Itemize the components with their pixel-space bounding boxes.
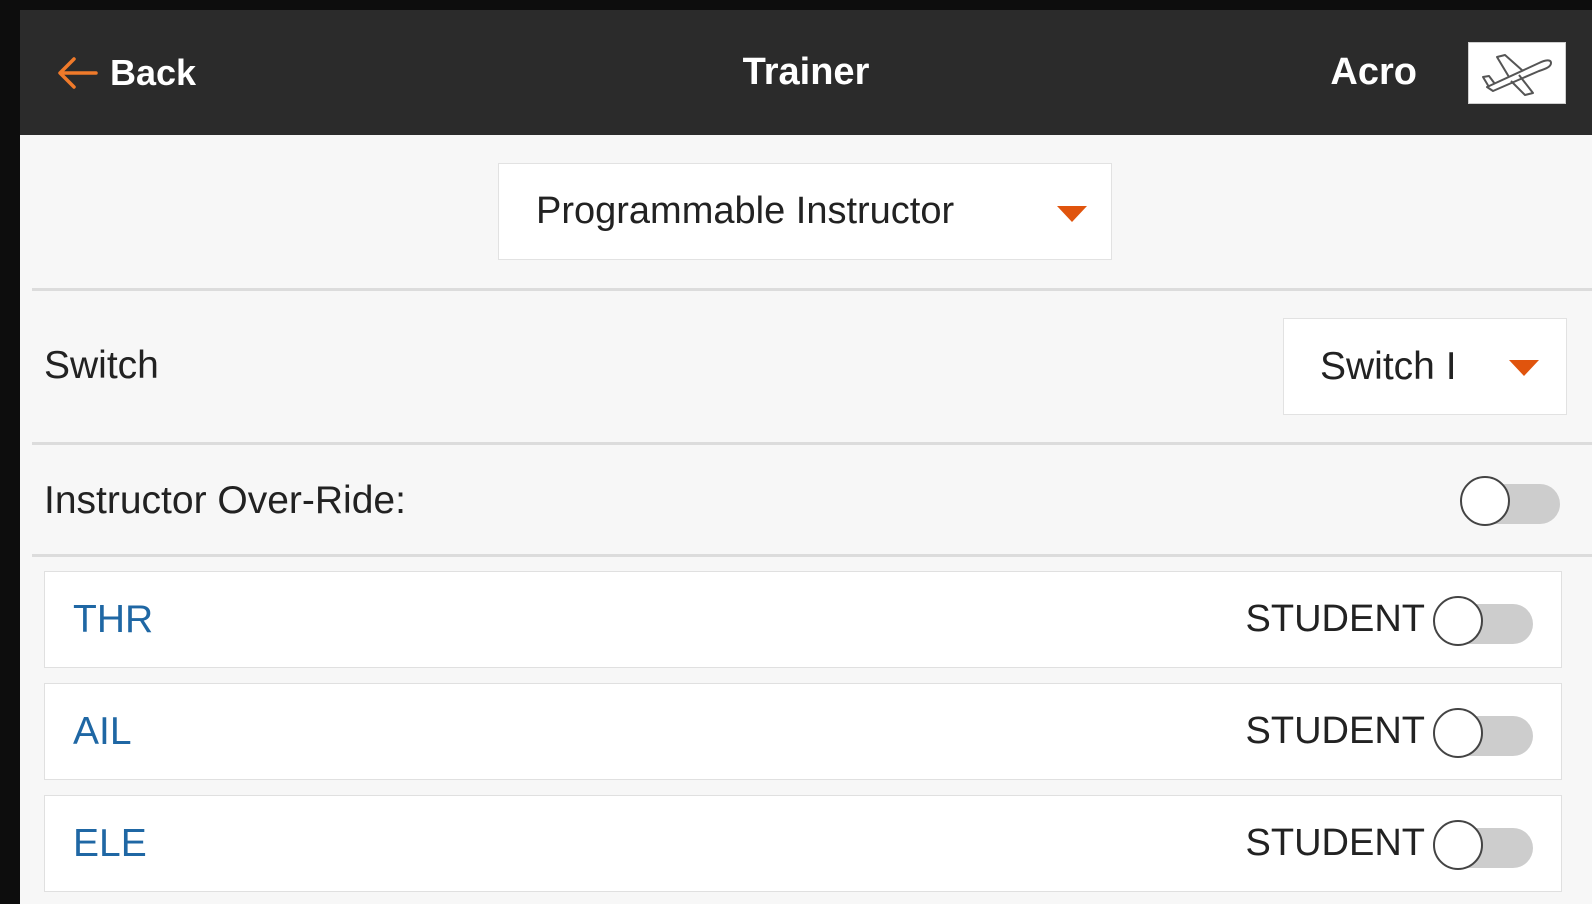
back-button[interactable]: Back — [56, 48, 196, 98]
channel-toggle-thr[interactable] — [1433, 594, 1537, 646]
channel-name: ELE — [73, 822, 147, 865]
channel-toggle-ele[interactable] — [1433, 818, 1537, 870]
model-type-button[interactable] — [1468, 42, 1566, 104]
channel-name: AIL — [73, 710, 132, 753]
app-frame: Back Trainer Acro Programmable Instructo… — [0, 0, 1592, 904]
toggle-knob — [1433, 820, 1483, 870]
header-bar: Back Trainer Acro — [20, 10, 1592, 135]
switch-dropdown[interactable]: Switch I — [1283, 318, 1567, 415]
divider — [32, 288, 1592, 291]
airplane-icon — [1482, 54, 1552, 96]
toggle-knob — [1433, 708, 1483, 758]
channel-state: STUDENT — [1245, 710, 1425, 752]
instructor-override-toggle[interactable] — [1460, 474, 1564, 526]
trainer-mode-value: Programmable Instructor — [536, 190, 955, 232]
channel-toggle-ail[interactable] — [1433, 706, 1537, 758]
device-bezel-top — [0, 0, 1592, 10]
channel-row-ail[interactable]: AIL STUDENT — [44, 683, 1562, 780]
channel-name: THR — [73, 598, 154, 641]
model-name: Acro — [1330, 51, 1417, 93]
divider — [32, 442, 1592, 445]
device-bezel-left — [0, 0, 20, 904]
switch-value: Switch I — [1320, 345, 1457, 388]
instructor-override-label: Instructor Over-Ride: — [44, 479, 406, 522]
toggle-knob — [1460, 476, 1510, 526]
channel-state: STUDENT — [1245, 822, 1425, 864]
divider — [32, 554, 1592, 557]
toggle-knob — [1433, 596, 1483, 646]
channel-row-ele[interactable]: ELE STUDENT — [44, 795, 1562, 892]
trainer-screen: Back Trainer Acro Programmable Instructo… — [20, 10, 1592, 904]
chevron-down-icon — [1509, 360, 1539, 376]
channel-row-thr[interactable]: THR STUDENT — [44, 571, 1562, 668]
chevron-down-icon — [1057, 206, 1087, 222]
back-label: Back — [110, 52, 197, 93]
switch-label: Switch — [44, 344, 159, 387]
channel-state: STUDENT — [1245, 598, 1425, 640]
trainer-mode-dropdown[interactable]: Programmable Instructor — [498, 163, 1112, 260]
back-arrow-icon — [58, 57, 98, 89]
